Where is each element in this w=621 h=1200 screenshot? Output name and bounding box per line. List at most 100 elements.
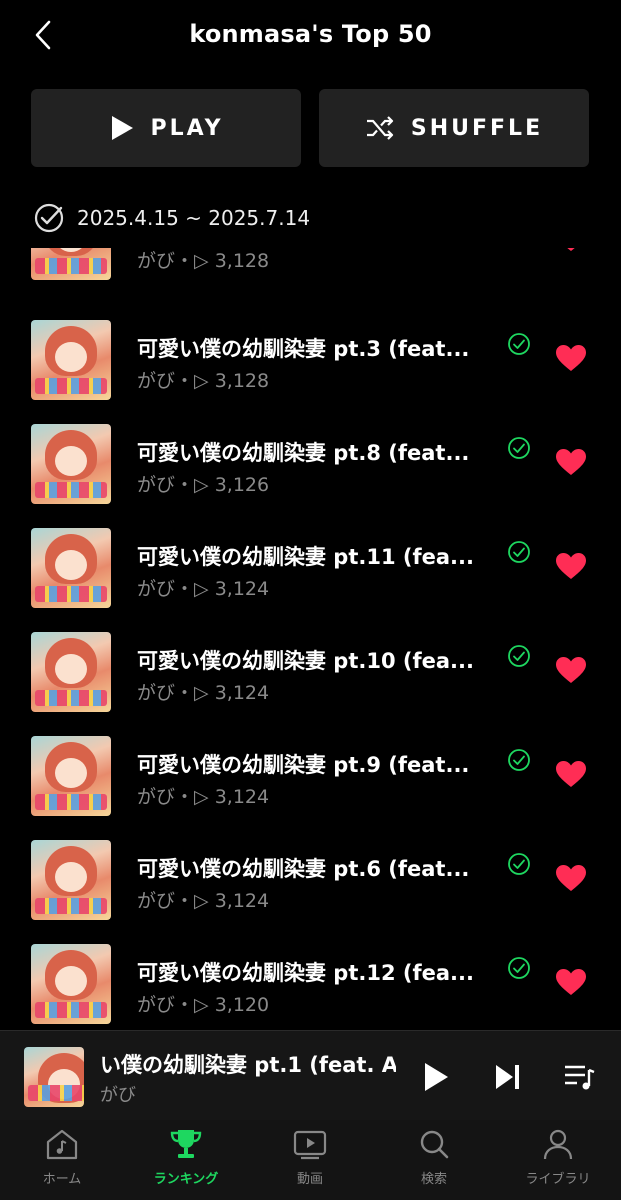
track-artist: がび [137,786,176,808]
track-title: 可愛い僕の幼馴染妻 pt.3 (feat... [137,337,470,361]
track-meta: がび・▷ 3,128 [137,248,269,273]
track-row[interactable]: 可愛い僕の幼馴染妻 pt.4 (feat...がび・▷ 3,128 [0,248,621,304]
queue-icon [565,1065,595,1090]
like-button[interactable] [555,968,587,1000]
track-meta: がび・▷ 3,120 [137,990,269,1017]
heart-icon [556,345,586,371]
like-button[interactable] [555,552,587,584]
track-title: 可愛い僕の幼馴染妻 pt.8 (feat... [137,441,470,465]
play-count: 3,128 [214,250,270,272]
track-meta: がび・▷ 3,128 [137,366,269,393]
like-button[interactable] [555,864,587,896]
track-row[interactable]: 可愛い僕の幼馴染妻 pt.10 (fea... がび・▷ 3,124 [0,632,621,736]
tab-label: 動画 [296,1172,323,1187]
track-row[interactable]: 可愛い僕の幼馴染妻 pt.3 (feat... がび・▷ 3,128 [0,320,621,424]
downloaded-check-icon [508,645,530,667]
play-count-icon: ▷ [194,474,209,496]
tab-video[interactable]: 動画 [248,1128,372,1200]
queue-button[interactable] [560,1057,600,1097]
downloaded-badge [507,852,531,880]
trophy-icon [169,1128,203,1164]
heart-icon [567,248,575,251]
period-text: 2025.4.15 ~ 2025.7.14 [77,206,311,230]
play-count-icon: ▷ [194,370,209,392]
play-icon [425,1063,448,1091]
track-artwork [31,248,111,280]
track-artist: がび [137,578,176,600]
downloaded-check-icon [508,437,530,459]
shuffle-button[interactable]: SHUFFLE [319,89,589,167]
now-playing-artwork [24,1047,84,1107]
search-icon [417,1128,451,1164]
track-artist: がび [137,474,176,496]
downloaded-check-icon [508,541,530,563]
video-icon [293,1128,327,1164]
heart-icon [556,865,586,891]
like-button[interactable] [555,248,587,256]
track-row[interactable]: 可愛い僕の幼馴染妻 pt.6 (feat... がび・▷ 3,124 [0,840,621,944]
track-meta: がび・▷ 3,124 [137,782,269,809]
track-row[interactable]: 可愛い僕の幼馴染妻 pt.8 (feat... がび・▷ 3,126 [0,424,621,528]
shuffle-icon [366,116,393,140]
downloaded-badge [507,436,531,464]
track-artwork [31,632,111,712]
track-title: 可愛い僕の幼馴染妻 pt.10 (fea... [137,649,474,673]
track-title: 可愛い僕の幼馴染妻 pt.12 (fea... [137,961,474,985]
play-button[interactable]: PLAY [31,89,301,167]
tab-label: 検索 [420,1172,447,1187]
library-icon [541,1128,575,1164]
play-count: 3,124 [214,890,270,912]
page-title: konmasa's Top 50 [189,20,432,48]
mini-player[interactable]: い僕の幼馴染妻 pt.1 (feat. AS がび [0,1030,621,1120]
track-meta: がび・▷ 3,124 [137,574,269,601]
track-artwork [31,424,111,504]
tab-bar: ホーム ランキング 動画 検索 ライブラリ [0,1120,621,1200]
play-count-icon: ▷ [194,994,209,1016]
like-button[interactable] [555,656,587,688]
track-artist: がび [137,890,176,912]
play-button-label: PLAY [150,115,224,141]
heart-icon [556,969,586,995]
ranking-period: 2025.4.15 ~ 2025.7.14 [33,200,310,236]
separator: ・ [175,682,195,704]
downloaded-badge [507,644,531,672]
track-artist: がび [137,682,176,704]
separator: ・ [175,786,195,808]
play-count-icon: ▷ [194,682,209,704]
track-artwork [31,528,111,608]
downloaded-badge [507,748,531,776]
mini-play-button[interactable] [416,1057,456,1097]
downloaded-badge [507,540,531,568]
tab-trophy[interactable]: ランキング [124,1128,248,1200]
tab-label: ランキング [153,1172,219,1187]
track-artwork [31,320,111,400]
downloaded-check-icon [508,957,530,979]
tab-label: ライブラリ [525,1172,591,1187]
track-artwork [31,736,111,816]
heart-icon [556,553,586,579]
like-button[interactable] [555,760,587,792]
track-list[interactable]: 可愛い僕の幼馴染妻 pt.4 (feat...がび・▷ 3,128 可愛い僕の幼馴… [0,248,621,1026]
check-circle-icon [34,203,64,233]
separator: ・ [175,370,195,392]
downloaded-badge [507,332,531,360]
track-row[interactable]: 可愛い僕の幼馴染妻 pt.11 (fea... がび・▷ 3,124 [0,528,621,632]
home-icon [45,1128,79,1164]
tab-home[interactable]: ホーム [0,1128,124,1200]
track-meta: がび・▷ 3,124 [137,678,269,705]
track-artwork [31,840,111,920]
track-title: 可愛い僕の幼馴染妻 pt.11 (fea... [137,545,474,569]
track-row[interactable]: 可愛い僕の幼馴染妻 pt.12 (fea... がび・▷ 3,120 [0,944,621,1026]
track-meta: がび・▷ 3,126 [137,470,269,497]
tab-search[interactable]: 検索 [372,1128,496,1200]
track-row[interactable]: 可愛い僕の幼馴染妻 pt.9 (feat... がび・▷ 3,124 [0,736,621,840]
tab-library[interactable]: ライブラリ [496,1128,620,1200]
play-count-icon: ▷ [194,578,209,600]
like-button[interactable] [555,448,587,480]
skip-next-icon [496,1065,519,1089]
tab-label: ホーム [42,1172,82,1187]
like-button[interactable] [555,344,587,376]
now-playing-title: い僕の幼馴染妻 pt.1 (feat. AS [100,1053,396,1077]
next-track-button[interactable] [488,1057,528,1097]
track-artist: がび [137,994,176,1016]
